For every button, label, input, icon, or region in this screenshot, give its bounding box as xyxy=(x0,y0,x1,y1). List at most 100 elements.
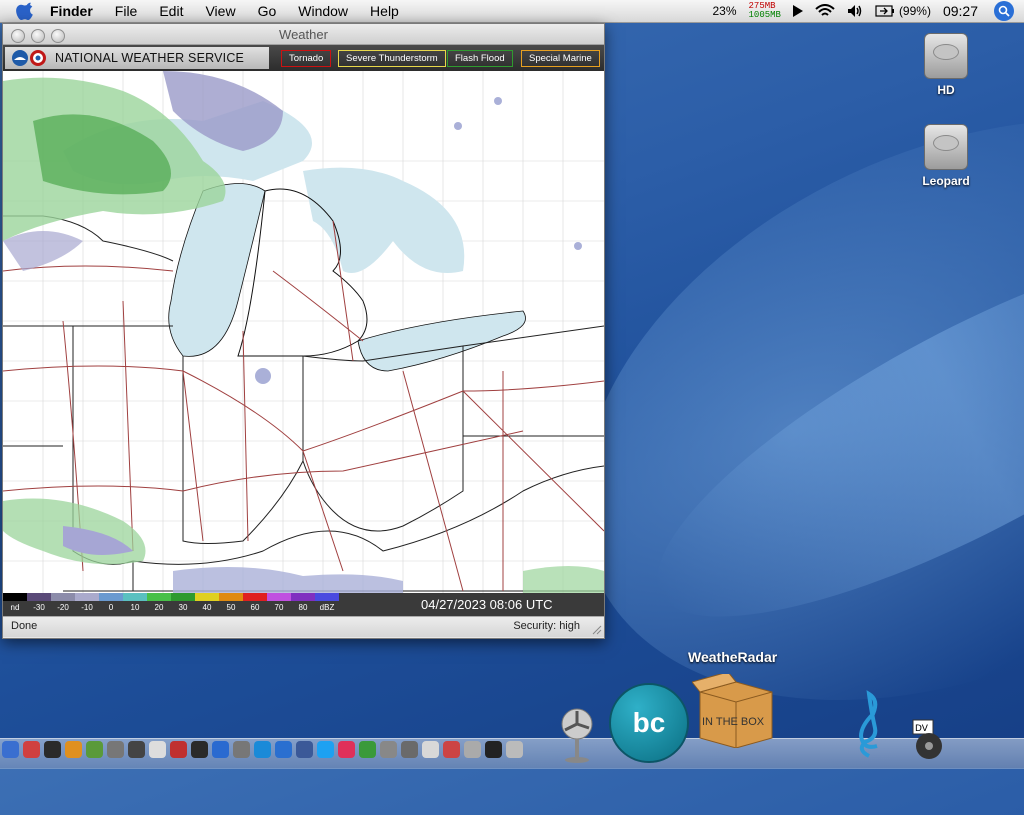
dbz-scale-cell: 60 xyxy=(243,593,267,616)
dbz-scale-label: 30 xyxy=(178,603,188,612)
security-status: Security: high xyxy=(513,620,580,632)
dock-app-icon[interactable] xyxy=(422,741,439,758)
desktop-icon-leopard[interactable]: Leopard xyxy=(911,124,981,188)
nws-header: NATIONAL WEATHER SERVICE Tornado Severe … xyxy=(3,45,604,71)
dbz-color-swatch xyxy=(219,593,243,601)
dbz-color-swatch xyxy=(267,593,291,601)
dock-app-icon[interactable] xyxy=(86,741,103,758)
dbz-scale-cell: dBZ xyxy=(315,593,339,616)
dock-app-icon[interactable] xyxy=(380,741,397,758)
status-text: Done xyxy=(11,620,38,632)
dock-app-icon[interactable] xyxy=(401,741,418,758)
warning-flash-flood-button[interactable]: Flash Flood xyxy=(447,50,513,67)
dbz-scale-label: 60 xyxy=(250,603,260,612)
dbz-color-swatch xyxy=(27,593,51,601)
dbz-scale-cell: -10 xyxy=(75,593,99,616)
dock-app-icon[interactable] xyxy=(65,741,82,758)
menu-go[interactable]: Go xyxy=(258,3,277,19)
dock-app-icon[interactable] xyxy=(191,741,208,758)
dbz-scale-label: 40 xyxy=(202,603,212,612)
memory-meter[interactable]: 275MB 1005MB xyxy=(749,2,781,20)
dbz-scale-cell: nd xyxy=(3,593,27,616)
dbz-color-swatch xyxy=(99,593,123,601)
radar-map[interactable] xyxy=(3,71,604,593)
dbz-color-swatch xyxy=(243,593,267,601)
svg-text:DV: DV xyxy=(915,724,929,734)
noaa-logo-icon xyxy=(12,50,46,66)
dock-app-icon[interactable] xyxy=(107,741,124,758)
fan-icon[interactable] xyxy=(557,706,597,764)
dock-app-icon[interactable] xyxy=(233,741,250,758)
dbz-scale-label: -20 xyxy=(57,603,69,612)
spotlight-search-icon[interactable] xyxy=(994,1,1014,21)
menu-bar: Finder File Edit View Go Window Help 23%… xyxy=(0,0,1024,23)
dock-app-icon[interactable] xyxy=(149,741,166,758)
volume-icon[interactable] xyxy=(847,4,863,18)
dbz-scale-label: 50 xyxy=(226,603,236,612)
dbz-scale-cell: 30 xyxy=(171,593,195,616)
menu-file[interactable]: File xyxy=(115,3,138,19)
wifi-icon[interactable] xyxy=(815,4,835,18)
dock-app-icon[interactable] xyxy=(254,741,271,758)
menu-view[interactable]: View xyxy=(205,3,235,19)
apple-menu-icon[interactable] xyxy=(16,1,36,21)
weatheradar-box-icon[interactable]: IN THE BOX xyxy=(691,671,780,749)
cpu-usage[interactable]: 23% xyxy=(713,4,737,18)
dbz-scale-cell: 10 xyxy=(123,593,147,616)
music-clef-icon[interactable] xyxy=(851,690,887,760)
menu-clock[interactable]: 09:27 xyxy=(943,3,978,19)
dock-app-icon[interactable] xyxy=(2,741,19,758)
dock-app-icon[interactable] xyxy=(275,741,292,758)
dbz-scale-label: nd xyxy=(10,603,20,612)
dock-app-icon[interactable] xyxy=(506,741,523,758)
dock-app-icon[interactable] xyxy=(359,741,376,758)
warning-severe-thunderstorm-button[interactable]: Severe Thunderstorm xyxy=(338,50,446,67)
dock-app-icon[interactable] xyxy=(443,741,460,758)
dbz-scale-cell: 50 xyxy=(219,593,243,616)
dbz-scale-cell: -20 xyxy=(51,593,75,616)
dock-app-icon[interactable] xyxy=(485,741,502,758)
dbz-scale-cell: 70 xyxy=(267,593,291,616)
status-bar: Done Security: high xyxy=(3,616,604,637)
dock-app-icon[interactable] xyxy=(338,741,355,758)
dock-app-icon[interactable] xyxy=(128,741,145,758)
dock-app-icon[interactable] xyxy=(170,741,187,758)
dock-app-icon[interactable] xyxy=(296,741,313,758)
dbz-color-swatch xyxy=(315,593,339,601)
dock-hover-label: WeatheRadar xyxy=(688,649,778,665)
weather-window: Weather NATIONAL WEATHER SERVICE Tornado… xyxy=(2,23,605,639)
bc-app-icon[interactable]: bc xyxy=(609,683,689,763)
desktop-icon-hd[interactable]: HD xyxy=(911,33,981,97)
play-icon[interactable] xyxy=(792,5,803,17)
dock-app-icon[interactable] xyxy=(317,741,334,758)
menu-window[interactable]: Window xyxy=(298,3,348,19)
dbz-scale-cell: 20 xyxy=(147,593,171,616)
dbz-scale-cell: -30 xyxy=(27,593,51,616)
radar-map-canvas xyxy=(3,71,604,593)
dbz-scale-label: 70 xyxy=(274,603,284,612)
window-title-bar[interactable]: Weather xyxy=(3,24,604,45)
dbz-scale-label: 0 xyxy=(108,603,114,612)
dbz-scale-label: -30 xyxy=(33,603,45,612)
dock-app-icon[interactable] xyxy=(23,741,40,758)
battery-percent[interactable]: (99%) xyxy=(899,4,931,18)
warning-special-marine-button[interactable]: Special Marine xyxy=(521,50,600,67)
dbz-color-swatch xyxy=(51,593,75,601)
resize-grip-icon[interactable] xyxy=(590,623,602,635)
memory-free: 1005MB xyxy=(748,10,781,20)
battery-icon[interactable] xyxy=(875,5,895,17)
menu-edit[interactable]: Edit xyxy=(159,3,183,19)
dbz-color-swatch xyxy=(3,593,27,601)
warning-tornado-button[interactable]: Tornado xyxy=(281,50,332,67)
dbz-scale-label: 20 xyxy=(154,603,164,612)
radar-timestamp: 04/27/2023 08:06 UTC xyxy=(421,597,553,612)
dock-app-icon[interactable] xyxy=(44,741,61,758)
menu-help[interactable]: Help xyxy=(370,3,399,19)
dock-app-icon[interactable] xyxy=(464,741,481,758)
menu-app-finder[interactable]: Finder xyxy=(50,3,93,19)
dbz-scale-cell: 40 xyxy=(195,593,219,616)
dock-app-icon[interactable] xyxy=(212,741,229,758)
dvd-globe-icon[interactable]: DV xyxy=(911,718,945,762)
dbz-scale-label: dBZ xyxy=(319,603,335,612)
desktop-icon-label: HD xyxy=(937,83,955,97)
